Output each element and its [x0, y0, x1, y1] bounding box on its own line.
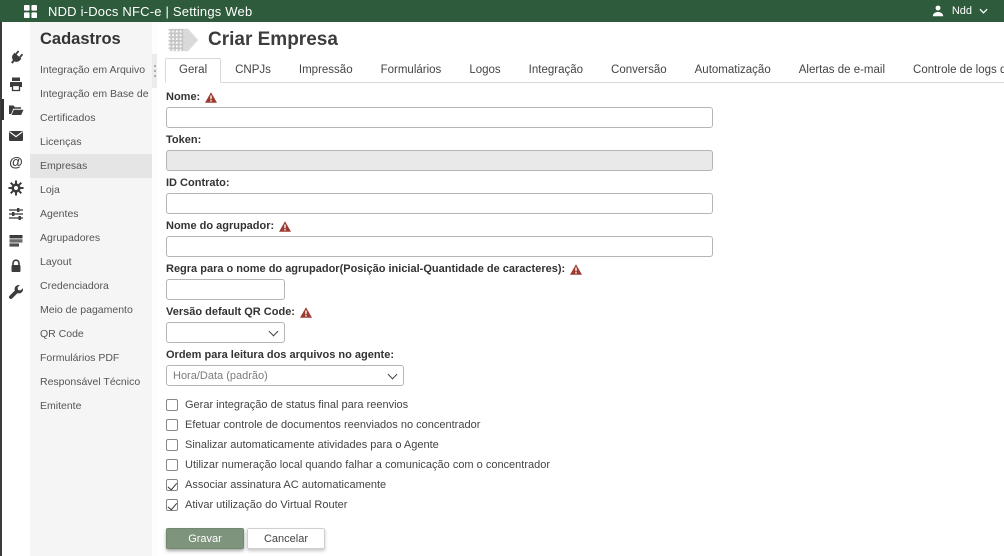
sidebar-item-licencas[interactable]: Licenças — [30, 130, 152, 154]
checkbox-checked-icon[interactable] — [166, 479, 178, 491]
tab-logos[interactable]: Logos — [455, 58, 514, 83]
sidebar-item-credenciadora[interactable]: Credenciadora — [30, 274, 152, 298]
sidebar-item-certificados[interactable]: Certificados — [30, 106, 152, 130]
sidebar-item-formularios-pdf[interactable]: Formulários PDF — [30, 346, 152, 370]
tab-conversao[interactable]: Conversão — [597, 58, 681, 83]
checkbox-gerar-integracao-de-status-final-para-reenvios[interactable]: Gerar integração de status final para re… — [166, 399, 1004, 411]
printer-icon[interactable] — [8, 75, 25, 92]
sidebar-item-responsavel-tecnico[interactable]: Responsável Técnico — [30, 370, 152, 394]
wrench-icon[interactable] — [8, 283, 25, 300]
tab-automatizacao[interactable]: Automatização — [681, 58, 785, 83]
checkbox-unchecked-icon[interactable] — [166, 419, 178, 431]
checkbox-label: Ativar utilização do Virtual Router — [185, 499, 347, 511]
checkbox-label: Associar assinatura AC automaticamente — [185, 479, 386, 491]
checkbox-checked-icon[interactable] — [166, 499, 178, 511]
field-label-nome: Nome: — [166, 91, 1004, 103]
folder-open-icon[interactable] — [8, 101, 25, 118]
sidebar-item-loja[interactable]: Loja — [30, 178, 152, 202]
checkbox-ativar-utilizacao-do-virtual-router[interactable]: Ativar utilização do Virtual Router — [166, 499, 1004, 511]
envelope-icon[interactable] — [8, 127, 25, 144]
page-title: Criar Empresa — [208, 29, 338, 51]
topbar: NDD i-Docs NFC-e | Settings Web Ndd — [0, 0, 1004, 22]
checkbox-utilizar-numeracao-local-quando-falhar-a-comunicacao-com-o-concentrador[interactable]: Utilizar numeração local quando falhar a… — [166, 459, 1004, 471]
checkbox-unchecked-icon[interactable] — [166, 439, 178, 451]
app-title: NDD i-Docs NFC-e | Settings Web — [48, 4, 252, 19]
app-window: NDD i-Docs NFC-e | Settings Web Ndd @ Ca… — [0, 0, 1004, 556]
required-warning-icon — [205, 92, 217, 103]
user-name: Ndd — [952, 5, 972, 17]
stack-icon[interactable] — [8, 231, 25, 248]
user-icon — [931, 4, 945, 18]
splitter-grip-icon — [152, 54, 157, 88]
sidebar-item-agrupadores[interactable]: Agrupadores — [30, 226, 152, 250]
checkbox-unchecked-icon[interactable] — [166, 459, 178, 471]
at-icon[interactable]: @ — [8, 153, 25, 170]
input-nome[interactable] — [166, 107, 713, 128]
field-label-ordem-para-leitura-dos-arquivos-no-agente: Ordem para leitura dos arquivos no agent… — [166, 349, 1004, 361]
checkbox-label: Efetuar controle de documentos reenviado… — [185, 419, 480, 431]
required-warning-icon — [279, 221, 291, 232]
field-label-id-contrato: ID Contrato: — [166, 177, 1004, 189]
sidebar-item-empresas[interactable]: Empresas — [30, 154, 152, 178]
general-form: Nome: Token: ID Contrato: Nome do agrupador… — [166, 91, 1004, 386]
required-warning-icon — [300, 307, 312, 318]
sidebar-item-agentes[interactable]: Agentes — [30, 202, 152, 226]
sidebar: Cadastros Integração em ArquivoIntegraçã… — [30, 22, 152, 556]
lock-icon[interactable] — [8, 257, 25, 274]
tab-impressao[interactable]: Impressão — [285, 58, 367, 83]
field-label-versao-default-qr-code: Versão default QR Code: — [166, 306, 1004, 318]
main-content: Criar Empresa GeralCNPJsImpressãoFormulá… — [157, 22, 1004, 556]
apps-grid-icon[interactable] — [24, 5, 37, 18]
form-actions: Gravar Cancelar — [166, 528, 1004, 549]
tab-cnpjs[interactable]: CNPJs — [221, 58, 285, 83]
field-label-regra-para-o-nome-do-agrupador-posicao-inicial-quantidade-de-caracteres: Regra para o nome do agrupador(Posição i… — [166, 263, 1004, 275]
plug-icon[interactable] — [8, 49, 25, 66]
chevron-down-icon — [979, 8, 988, 14]
sidebar-heading: Cadastros — [30, 28, 152, 58]
tab-controle-de-logs-dos-agentes[interactable]: Controle de logs dos agentes — [899, 58, 1004, 83]
input-regra-para-o-nome-do-agrupador-posicao-inicial-quantidade-de-caracteres[interactable] — [166, 279, 285, 300]
sidebar-item-integracao-em-arquivo[interactable]: Integração em Arquivo — [30, 58, 152, 82]
options-checkbox-list: Gerar integração de status final para re… — [166, 399, 1004, 511]
gear-icon[interactable] — [8, 179, 25, 196]
required-warning-icon — [570, 264, 582, 275]
tab-alertas-de-e-mail[interactable]: Alertas de e-mail — [785, 58, 899, 83]
input-id-contrato[interactable] — [166, 193, 713, 214]
icon-sidebar: @ — [2, 22, 30, 556]
svg-text:@: @ — [9, 154, 23, 170]
checkbox-label: Utilizar numeração local quando falhar a… — [185, 459, 550, 471]
save-button[interactable]: Gravar — [166, 528, 244, 549]
select-ordem-para-leitura-dos-arquivos-no-agente[interactable]: Hora/Data (padrão) — [166, 365, 404, 386]
select-versao-default-qr-code[interactable] — [166, 322, 285, 343]
sidebar-item-qr-code[interactable]: QR Code — [30, 322, 152, 346]
user-menu[interactable]: Ndd — [931, 4, 988, 18]
sidebar-item-integracao-em-base-de-dados[interactable]: Integração em Base de Dados — [30, 82, 152, 106]
sidebar-splitter[interactable] — [152, 22, 157, 556]
checkbox-associar-assinatura-ac-automaticamente[interactable]: Associar assinatura AC automaticamente — [166, 479, 1004, 491]
field-label-token: Token: — [166, 134, 1004, 146]
building-icon — [164, 26, 201, 54]
checkbox-label: Sinalizar automaticamente atividades par… — [185, 439, 439, 451]
sidebar-item-meio-de-pagamento[interactable]: Meio de pagamento — [30, 298, 152, 322]
checkbox-efetuar-controle-de-documentos-reenviados-no-concentrador[interactable]: Efetuar controle de documentos reenviado… — [166, 419, 1004, 431]
input-nome-do-agrupador[interactable] — [166, 236, 713, 257]
checkbox-label: Gerar integração de status final para re… — [185, 399, 408, 411]
tab-integracao[interactable]: Integração — [515, 58, 597, 83]
checkbox-unchecked-icon[interactable] — [166, 399, 178, 411]
tab-formularios[interactable]: Formulários — [367, 58, 456, 83]
sidebar-item-emitente[interactable]: Emitente — [30, 394, 152, 418]
field-label-nome-do-agrupador: Nome do agrupador: — [166, 220, 1004, 232]
input-token[interactable] — [166, 150, 713, 171]
tab-geral[interactable]: Geral — [165, 58, 221, 83]
sliders-icon[interactable] — [8, 205, 25, 222]
tab-bar: GeralCNPJsImpressãoFormuláriosLogosInteg… — [165, 58, 1004, 83]
sidebar-item-layout[interactable]: Layout — [30, 250, 152, 274]
cancel-button[interactable]: Cancelar — [247, 528, 325, 549]
checkbox-sinalizar-automaticamente-atividades-para-o-agente[interactable]: Sinalizar automaticamente atividades par… — [166, 439, 1004, 451]
